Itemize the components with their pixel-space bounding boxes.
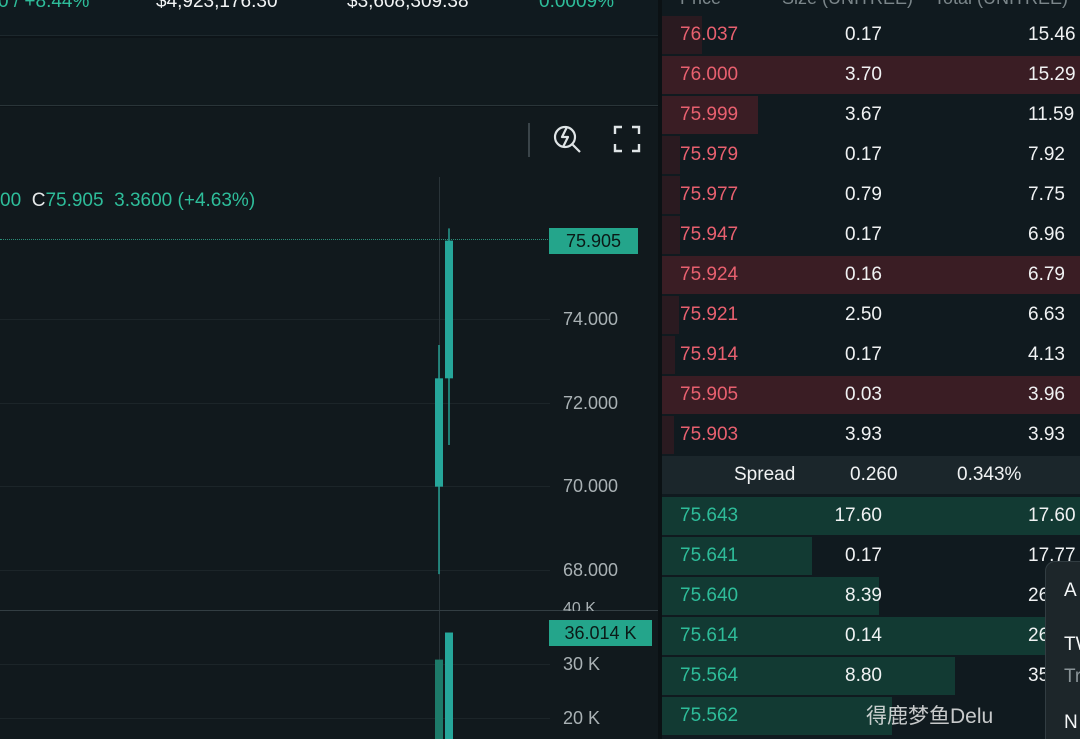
ask-row[interactable]: 75.924 0.16 6.79 [662,256,1080,294]
ask-row[interactable]: 76.000 3.70 15.29 [662,56,1080,94]
depth-bar [662,416,674,454]
candle-body[interactable] [435,378,443,487]
ask-size: 0.17 [845,24,882,45]
bid-row[interactable]: 75.641 0.17 17.77 [662,537,1080,575]
order-book-header: Price Size (UNITREE) Total (UNITREE) [662,0,1080,16]
last-volume-tag: 36.014 K [549,620,652,646]
ask-price: 75.977 [680,184,739,205]
spread-row: Spread 0.260 0.343% [662,456,1080,494]
ask-row[interactable]: 75.977 0.79 7.75 [662,176,1080,214]
bid-size: 17.60 [834,505,882,526]
bid-price: 75.641 [680,545,739,566]
header-total: Total (UNITREE) [934,0,1068,9]
bid-row[interactable]: 75.643 17.60 17.60 [662,497,1080,535]
ask-row[interactable]: 75.921 2.50 6.63 [662,296,1080,334]
ask-price: 75.979 [680,144,739,165]
ask-row[interactable]: 75.905 0.03 3.96 [662,376,1080,414]
ask-size: 0.17 [845,144,882,165]
ask-total: 6.79 [1028,264,1065,285]
spread-percent: 0.343% [957,464,1022,485]
ask-row[interactable]: 76.037 0.17 15.46 [662,16,1080,54]
popup-line: TW [1064,634,1080,655]
ask-price: 76.000 [680,64,739,85]
bid-price: 75.614 [680,625,739,646]
ask-size: 2.50 [845,304,882,325]
ask-price: 76.037 [680,24,739,45]
ask-size: 0.03 [845,384,882,405]
header-size: Size (UNITREE) [782,0,913,9]
ask-size: 0.17 [845,224,882,245]
ask-total: 15.46 [1028,24,1076,45]
ask-total: 4.13 [1028,344,1065,365]
ask-size: 0.16 [845,264,882,285]
ask-price: 75.924 [680,264,739,285]
order-book: Price Size (UNITREE) Total (UNITREE) 76.… [662,0,1080,739]
ask-price: 75.947 [680,224,739,245]
bid-price: 75.564 [680,665,739,686]
bid-size: 0.14 [845,625,882,646]
ask-size: 3.93 [845,424,882,445]
ask-row[interactable]: 75.979 0.17 7.92 [662,136,1080,174]
volume-bar[interactable] [445,632,453,739]
ask-size: 0.17 [845,344,882,365]
floating-popup[interactable]: A TW Tr N [1045,561,1080,739]
ask-row[interactable]: 75.914 0.17 4.13 [662,336,1080,374]
bid-price: 75.640 [680,585,739,606]
bid-row[interactable]: 75.640 8.39 26 [662,577,1080,615]
ask-total: 15.29 [1028,64,1076,85]
bid-size: 8.39 [845,585,882,606]
depth-bar [662,336,675,374]
ask-price: 75.999 [680,104,739,125]
ask-price: 75.921 [680,304,739,325]
last-price-tag: 75.905 [549,228,638,254]
popup-line: A [1064,580,1077,601]
ask-size: 3.70 [845,64,882,85]
ask-row[interactable]: 75.947 0.17 6.96 [662,216,1080,254]
spread-value: 0.260 [850,464,898,485]
bid-price: 75.562 [680,705,739,726]
popup-line: Tr [1064,666,1080,687]
ask-total: 3.93 [1028,424,1065,445]
ask-price: 75.905 [680,384,739,405]
watermark: 得鹿梦鱼Delu [866,705,994,728]
ask-total: 11.59 [1028,104,1075,125]
ask-price: 75.903 [680,424,739,445]
popup-line: N [1064,712,1078,733]
ask-total: 3.96 [1028,384,1065,405]
bid-row[interactable]: 75.564 8.80 35 [662,657,1080,695]
bid-row[interactable]: 75.614 0.14 26 [662,617,1080,655]
candle-body[interactable] [445,240,453,379]
depth-bar [662,136,680,174]
bid-size: 8.80 [845,665,882,686]
last-price-line [0,239,550,240]
ask-row[interactable]: 75.999 3.67 11.59 [662,96,1080,134]
depth-bar [662,216,680,254]
volume-bar[interactable] [435,659,443,739]
bid-total: 17.60 [1028,505,1076,526]
bid-size: 0.17 [845,545,882,566]
ask-price: 75.914 [680,344,739,365]
ask-size: 0.79 [845,184,882,205]
ask-size: 3.67 [845,104,882,125]
depth-bar [662,176,680,214]
ask-row[interactable]: 75.903 3.93 3.93 [662,416,1080,454]
header-price: Price [680,0,721,9]
ask-total: 7.75 [1028,184,1065,205]
depth-bar [662,296,679,334]
ask-total: 7.92 [1028,144,1065,165]
ask-total: 6.96 [1028,224,1065,245]
ask-total: 6.63 [1028,304,1065,325]
bid-price: 75.643 [680,505,739,526]
spread-label: Spread [734,464,796,485]
